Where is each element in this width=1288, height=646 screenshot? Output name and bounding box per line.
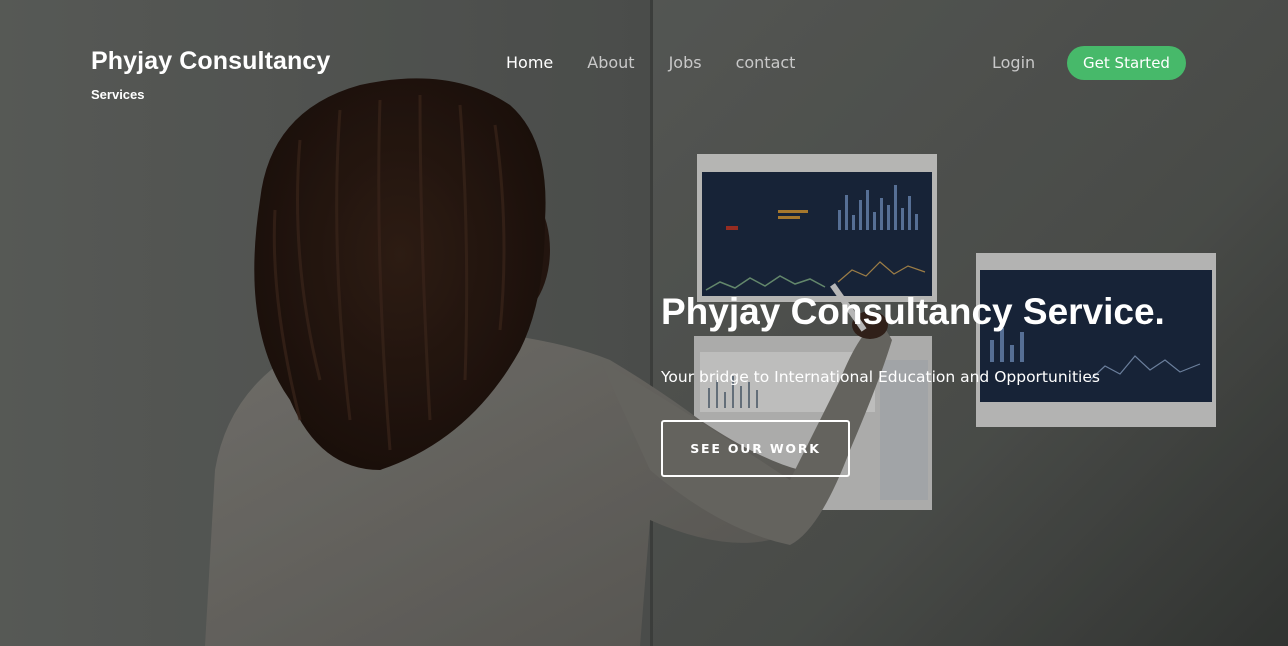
brand-title: Phyjay Consultancy — [91, 47, 331, 75]
brand-subtitle: Services — [91, 87, 145, 102]
hero-subtitle: Your bridge to International Education a… — [661, 368, 1100, 386]
hero-title: Phyjay Consultancy Service. — [661, 291, 1165, 332]
get-started-button[interactable]: Get Started — [1067, 46, 1186, 80]
main-nav: Home About Jobs contact — [506, 52, 829, 74]
site-brand[interactable]: Phyjay Consultancy Services — [91, 46, 330, 102]
nav-contact[interactable]: contact — [736, 52, 796, 74]
hero-section: Phyjay Consultancy Services Home About J… — [0, 0, 1288, 646]
nav-jobs[interactable]: Jobs — [669, 52, 702, 74]
nav-about[interactable]: About — [587, 52, 634, 74]
nav-home[interactable]: Home — [506, 52, 553, 74]
see-our-work-button[interactable]: SEE OUR WORK — [661, 420, 850, 477]
login-link[interactable]: Login — [992, 52, 1035, 74]
